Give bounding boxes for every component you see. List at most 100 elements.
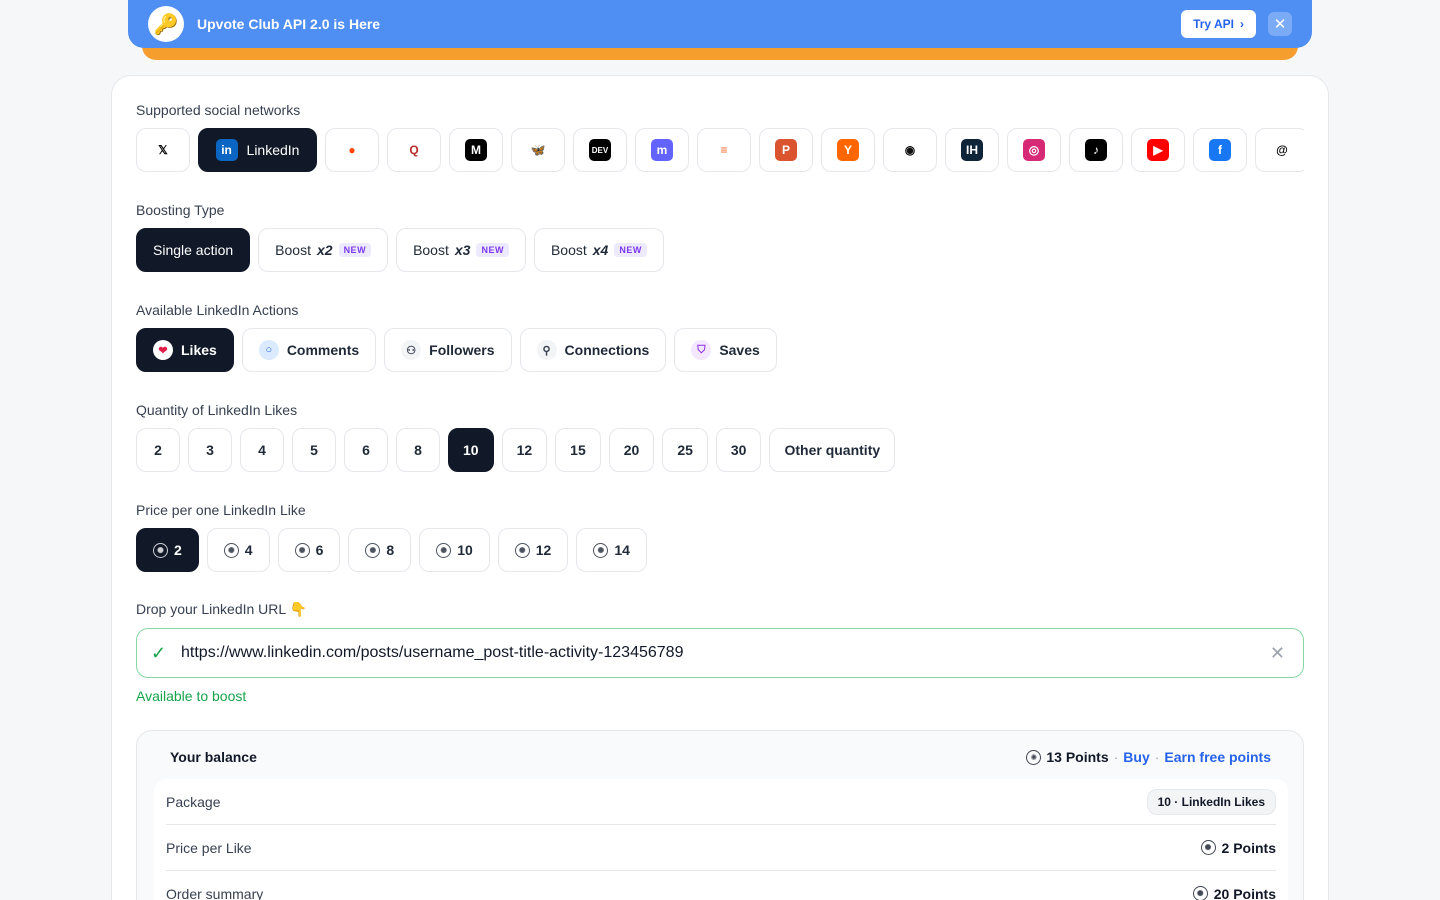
quantity-option[interactable]: 4 [240,428,284,472]
new-badge: NEW [614,243,647,257]
quantity-option[interactable]: 12 [501,428,548,472]
price-option[interactable]: ✺ 12 [497,528,569,572]
price-value: 6 [315,542,324,558]
package-badge: 10 · LinkedIn Likes [1146,788,1276,815]
action-likes[interactable]: ❤ Likes [136,328,234,372]
network-label: LinkedIn [246,142,300,158]
network-hashnode[interactable]: ≡ [697,128,751,172]
balance-row-label: Package [166,793,221,810]
tiktok-icon: ♪ [1085,139,1107,161]
quantity-option[interactable]: 15 [555,428,601,472]
network-hackernews[interactable]: Y [821,128,875,172]
separator: · [1154,749,1160,765]
network-producthunt[interactable]: P [759,128,813,172]
network-facebook[interactable]: f [1193,128,1247,172]
networks-list: 𝕏in LinkedIn ● Q M 🦋 DEV m ≡ P Y ◉ IH ◎ ♪ ▶ f @ [136,128,1304,172]
boosting-type-options: Single action Boost x2 NEW Boost x3 NEW Boost x4… [136,228,664,272]
networks-scroller[interactable]: 𝕏in LinkedIn ● Q M 🦋 DEV m ≡ P Y ◉ IH ◎ ♪ ▶ f @ [136,128,1304,172]
x-icon: 𝕏 [152,139,174,161]
quantity-option[interactable]: Other quantity [769,428,896,472]
network-medium[interactable]: M [449,128,503,172]
reddit-icon: ● [341,139,363,161]
quantity-option[interactable]: 30 [715,428,762,472]
quantity-option[interactable]: 10 [448,428,494,472]
boost-option[interactable]: Boost x4 NEW [533,228,664,272]
network-instagram[interactable]: ◎ [1007,128,1061,172]
boost-multiplier: x2 [316,242,333,258]
try-api-button[interactable]: Try API › [1181,10,1256,38]
quantity-option[interactable]: 25 [662,428,708,472]
coin-icon: ✺ [1026,749,1042,765]
price-value: 8 [386,542,395,558]
action-label: Saves [719,342,760,358]
network-github[interactable]: ◉ [883,128,937,172]
quantity-option[interactable]: 5 [292,428,336,472]
github-icon: ◉ [899,139,921,161]
new-badge: NEW [338,243,372,257]
balance-row: Price per Like ✺ 2 Points [166,825,1276,871]
quantity-option[interactable]: 8 [396,428,440,472]
boost-label: Single action [153,242,234,258]
price-value: 12 [535,542,552,558]
network-mastodon[interactable]: m [635,128,689,172]
price-value: 4 [244,542,253,558]
network-reddit[interactable]: ● [325,128,379,172]
banner-title: Upvote Club API 2.0 is Here [197,16,381,32]
chevron-right-icon: › [1240,17,1244,31]
network-devto[interactable]: DEV [573,128,627,172]
action-followers[interactable]: ⚇ Followers [384,328,512,372]
url-field: ✓ ✕ [136,628,1304,678]
network-linkedin[interactable]: in LinkedIn [198,128,317,172]
quantity-option[interactable]: 3 [188,428,232,472]
earn-free-points-link[interactable]: Earn free points [1164,749,1271,765]
action-connections[interactable]: ⚲ Connections [519,328,667,372]
indiehackers-icon: IH [961,139,983,161]
devto-icon: DEV [589,139,611,161]
order-details: Package 10 · LinkedIn Likes Price per Like… [154,779,1288,900]
coin-icon: ✺ [1192,886,1208,900]
balance-title: Your balance [170,749,257,765]
boosting-type-label: Boosting Type [136,202,225,218]
network-quora[interactable]: Q [387,128,441,172]
balance-points: 13 Points [1046,749,1109,765]
banner-close-button[interactable]: ✕ [1268,12,1292,36]
boost-option[interactable]: Boost x3 NEW [396,228,526,272]
mastodon-icon: m [651,139,673,161]
url-input[interactable] [181,644,1270,662]
separator: · [1113,749,1119,765]
coin-icon: ✺ [1200,840,1216,855]
boost-option[interactable]: Single action [136,228,251,272]
action-comments[interactable]: ○ Comments [241,328,377,372]
url-status: Available to boost [136,688,247,704]
clear-url-button[interactable]: ✕ [1270,643,1285,664]
network-indiehackers[interactable]: IH [945,128,999,172]
quantity-option[interactable]: 2 [136,428,180,472]
action-label: Comments [286,342,360,358]
quantity-options: 2 3 4 5 6 8 10 12 15 20 25 30 Other quantity [136,428,896,472]
value-text: 2 Points [1221,839,1276,856]
quora-icon: Q [403,139,425,161]
price-option[interactable]: ✺ 8 [348,528,412,572]
boost-label: Boost [550,242,587,258]
boost-label: Boost [275,242,311,258]
actions-label: Available LinkedIn Actions [136,302,299,318]
network-x[interactable]: 𝕏 [136,128,190,172]
network-tiktok[interactable]: ♪ [1069,128,1123,172]
price-option[interactable]: ✺ 14 [576,528,647,572]
network-youtube[interactable]: ▶ [1131,128,1185,172]
balance-panel: Your balance ✺ 13 Points · Buy · Earn fr… [136,730,1304,900]
boost-option[interactable]: Boost x2 NEW [258,228,389,272]
buy-link[interactable]: Buy [1123,749,1149,765]
networks-label: Supported social networks [136,102,301,118]
price-option[interactable]: ✺ 6 [277,528,341,572]
quantity-option[interactable]: 6 [344,428,388,472]
price-option[interactable]: ✺ 2 [136,528,199,572]
quantity-option[interactable]: 20 [608,428,655,472]
action-saves[interactable]: ⛉ Saves [674,328,777,372]
producthunt-icon: P [775,139,797,161]
price-option[interactable]: ✺ 10 [419,528,490,572]
balance-summary: ✺ 13 Points · Buy · Earn free points [1026,749,1271,765]
network-threads[interactable]: @ [1255,128,1304,172]
price-option[interactable]: ✺ 4 [206,528,270,572]
network-bluesky[interactable]: 🦋 [511,128,565,172]
